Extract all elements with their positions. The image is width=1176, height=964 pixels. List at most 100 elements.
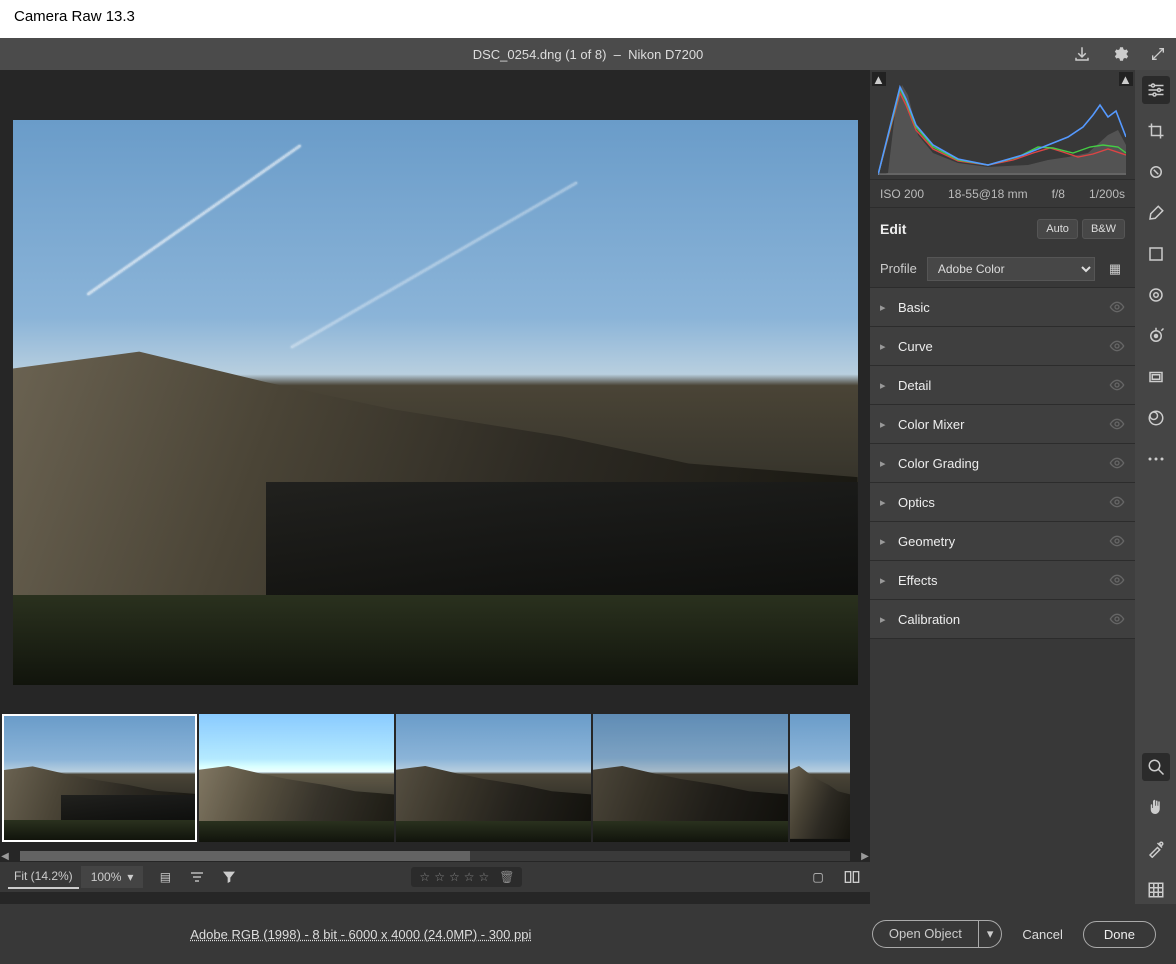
- chevron-down-icon: ▾: [127, 870, 133, 884]
- crop-tool-icon[interactable]: [1142, 117, 1170, 145]
- chevron-right-icon: ▸: [880, 379, 894, 392]
- vertical-toolbar: [1135, 70, 1176, 904]
- edit-title: Edit: [880, 221, 906, 237]
- chevron-right-icon: ▸: [880, 496, 894, 509]
- open-object-button[interactable]: Open Object ▾: [872, 920, 1003, 948]
- thumbnail[interactable]: [790, 714, 850, 842]
- iso-label: ISO 200: [880, 187, 924, 201]
- star-icon[interactable]: ☆: [434, 870, 445, 884]
- thumbnail[interactable]: [396, 714, 591, 842]
- chevron-down-icon[interactable]: ▾: [978, 920, 1003, 948]
- color-sampler-icon[interactable]: [1142, 835, 1170, 863]
- panel-label: Color Grading: [894, 456, 1109, 471]
- scroll-right-icon[interactable]: ▶: [860, 851, 870, 862]
- profile-browser-icon[interactable]: ▦: [1105, 259, 1125, 279]
- visibility-icon[interactable]: [1109, 572, 1125, 588]
- presets-icon[interactable]: [1142, 404, 1170, 432]
- target-adjust-icon[interactable]: [1142, 322, 1170, 350]
- main-image[interactable]: [13, 120, 858, 685]
- bottom-toolbar: Fit (14.2%) 100% ▾ ▤ ☆☆☆☆☆ 🗑 ▢: [0, 862, 870, 892]
- trash-icon[interactable]: 🗑: [499, 870, 514, 884]
- chevron-right-icon: ▸: [880, 535, 894, 548]
- lens-label: 18-55@18 mm: [948, 187, 1028, 201]
- panel-label: Optics: [894, 495, 1109, 510]
- panel-basic[interactable]: ▸Basic: [870, 288, 1135, 327]
- graduated-filter-icon[interactable]: [1142, 240, 1170, 268]
- cancel-button[interactable]: Cancel: [1022, 927, 1062, 942]
- single-view-icon[interactable]: ▢: [808, 867, 828, 887]
- panel-label: Effects: [894, 573, 1109, 588]
- healing-tool-icon[interactable]: [1142, 158, 1170, 186]
- more-icon[interactable]: [1142, 445, 1170, 473]
- visibility-icon[interactable]: [1109, 611, 1125, 627]
- radial-filter-icon[interactable]: [1142, 281, 1170, 309]
- star-icon[interactable]: ☆: [478, 870, 489, 884]
- auto-button[interactable]: Auto: [1037, 219, 1078, 239]
- zoom-tool-icon[interactable]: [1142, 753, 1170, 781]
- gear-icon[interactable]: [1110, 44, 1130, 64]
- panel-label: Curve: [894, 339, 1109, 354]
- grid-icon[interactable]: [1142, 876, 1170, 904]
- visibility-icon[interactable]: [1109, 455, 1125, 471]
- exif-row: ISO 200 18-55@18 mm f/8 1/200s: [870, 180, 1135, 208]
- left-column: ◀ ▶ Fit (14.2%) 100% ▾ ▤ ☆☆☆☆☆ 🗑 ▢: [0, 70, 870, 904]
- chevron-right-icon: ▸: [880, 418, 894, 431]
- profile-select[interactable]: Adobe Color: [927, 257, 1095, 281]
- sort-icon[interactable]: [187, 867, 207, 887]
- panel-label: Detail: [894, 378, 1109, 393]
- thumbnail[interactable]: [199, 714, 394, 842]
- panel-detail[interactable]: ▸Detail: [870, 366, 1135, 405]
- visibility-icon[interactable]: [1109, 299, 1125, 315]
- thumbnail[interactable]: [2, 714, 197, 842]
- app-title: Camera Raw 13.3: [14, 8, 135, 25]
- visibility-icon[interactable]: [1109, 416, 1125, 432]
- panel-color-mixer[interactable]: ▸Color Mixer: [870, 405, 1135, 444]
- compare-view-icon[interactable]: [842, 867, 862, 887]
- top-bar: DSC_0254.dng (1 of 8) – Nikon D7200: [0, 38, 1176, 70]
- panel-geometry[interactable]: ▸Geometry: [870, 522, 1135, 561]
- done-button[interactable]: Done: [1083, 921, 1156, 948]
- visibility-icon[interactable]: [1109, 377, 1125, 393]
- star-icon[interactable]: ☆: [419, 870, 430, 884]
- filter-icon[interactable]: [219, 867, 239, 887]
- panel-effects[interactable]: ▸Effects: [870, 561, 1135, 600]
- save-icon[interactable]: [1072, 44, 1092, 64]
- brush-tool-icon[interactable]: [1142, 199, 1170, 227]
- grid-sort-icon[interactable]: ▤: [155, 867, 175, 887]
- panel-color-grading[interactable]: ▸Color Grading: [870, 444, 1135, 483]
- fullscreen-icon[interactable]: [1148, 44, 1168, 64]
- profile-row: Profile Adobe Color ▦: [870, 250, 1135, 288]
- edit-tool-icon[interactable]: [1142, 76, 1170, 104]
- visibility-icon[interactable]: [1109, 338, 1125, 354]
- visibility-icon[interactable]: [1109, 533, 1125, 549]
- rating-stars[interactable]: ☆☆☆☆☆ 🗑: [411, 867, 522, 887]
- star-icon[interactable]: ☆: [449, 870, 460, 884]
- panel-label: Basic: [894, 300, 1109, 315]
- chevron-right-icon: ▸: [880, 457, 894, 470]
- canvas-wrap: [0, 70, 870, 705]
- edit-header: Edit Auto B&W: [870, 208, 1135, 250]
- panel-label: Geometry: [894, 534, 1109, 549]
- chevron-right-icon: ▸: [880, 574, 894, 587]
- panel-label: Color Mixer: [894, 417, 1109, 432]
- visibility-icon[interactable]: [1109, 494, 1125, 510]
- chevron-right-icon: ▸: [880, 340, 894, 353]
- scroll-left-icon[interactable]: ◀: [0, 851, 10, 862]
- thumbnail[interactable]: [593, 714, 788, 842]
- star-icon[interactable]: ☆: [464, 870, 475, 884]
- filmstrip[interactable]: [0, 705, 870, 850]
- hand-tool-icon[interactable]: [1142, 794, 1170, 822]
- app-titlebar: Camera Raw 13.3: [0, 0, 1176, 38]
- panel-optics[interactable]: ▸Optics: [870, 483, 1135, 522]
- filmstrip-scrollbar[interactable]: ◀ ▶: [0, 850, 870, 862]
- redeye-tool-icon[interactable]: [1142, 363, 1170, 391]
- fit-zoom-label[interactable]: Fit (14.2%): [8, 865, 79, 889]
- filename-label: DSC_0254.dng (1 of 8) – Nikon D7200: [473, 47, 704, 62]
- aperture-label: f/8: [1052, 187, 1065, 201]
- panel-calibration[interactable]: ▸Calibration: [870, 600, 1135, 639]
- histogram[interactable]: ▲ ▲: [870, 70, 1135, 180]
- panel-curve[interactable]: ▸Curve: [870, 327, 1135, 366]
- workflow-link[interactable]: Adobe RGB (1998) - 8 bit - 6000 x 4000 (…: [190, 927, 531, 942]
- zoom-select[interactable]: 100% ▾: [81, 866, 144, 888]
- bw-button[interactable]: B&W: [1082, 219, 1125, 239]
